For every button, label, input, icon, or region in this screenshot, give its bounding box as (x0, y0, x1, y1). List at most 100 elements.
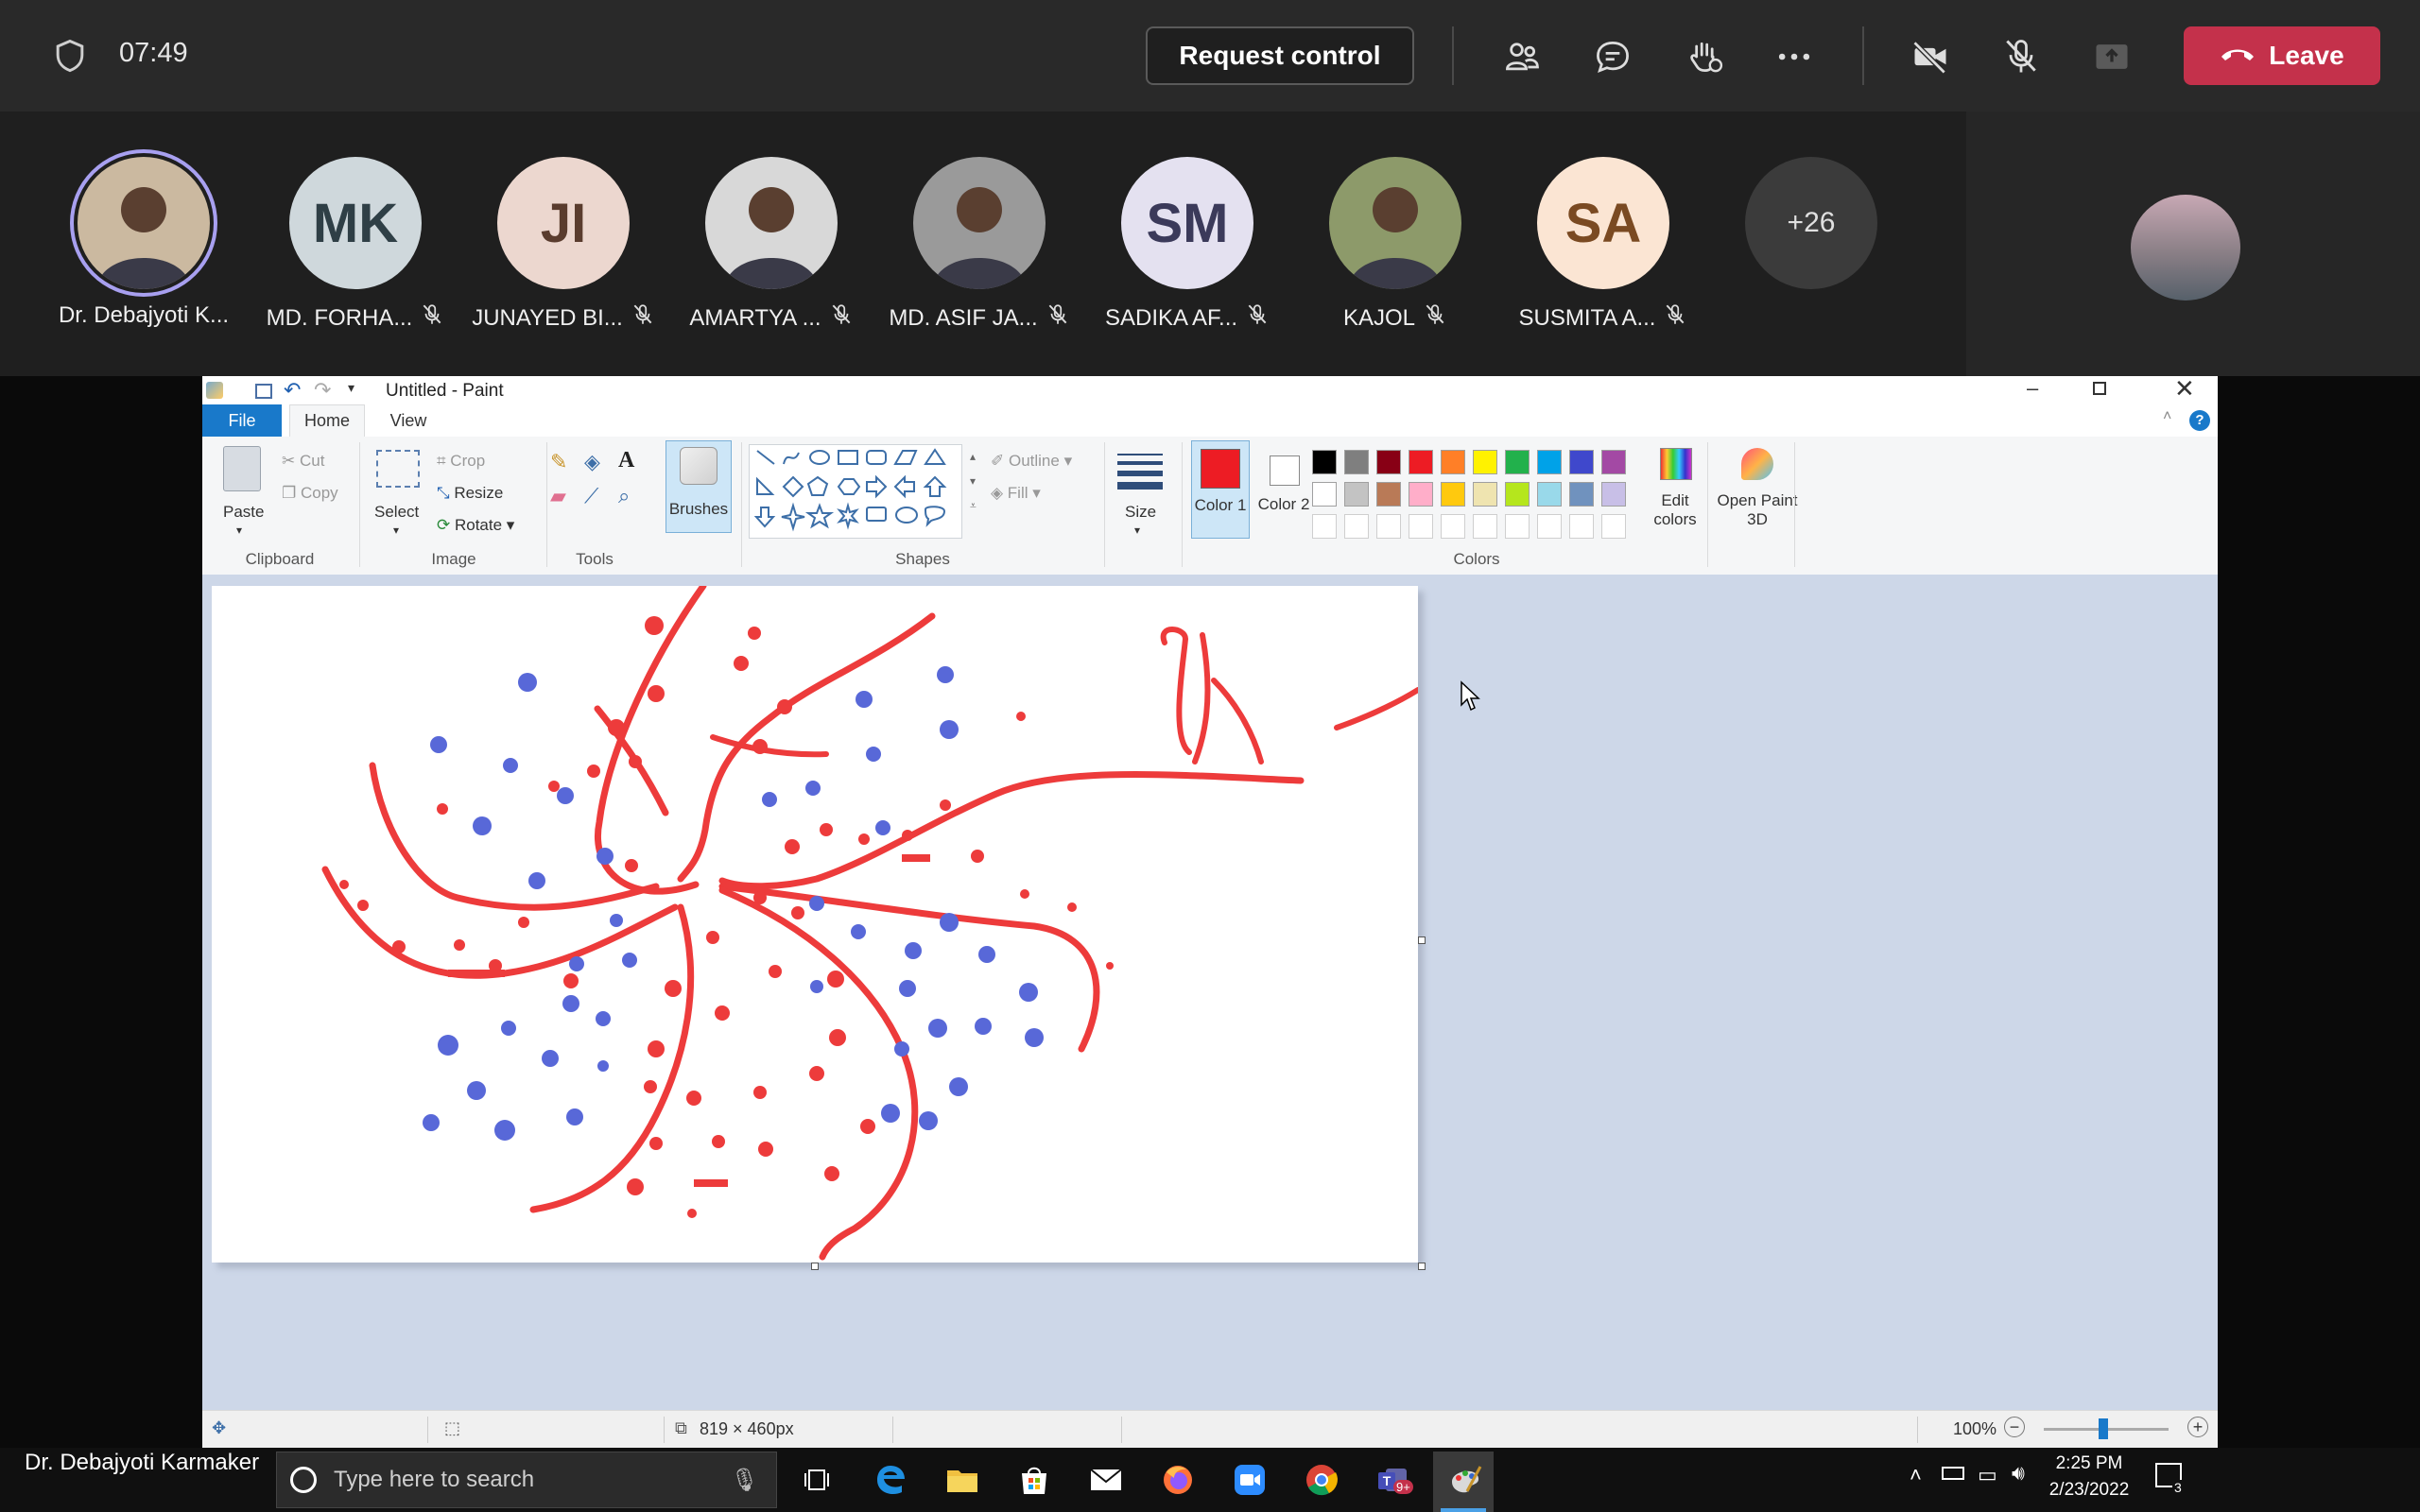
close-icon[interactable]: ✕ (2174, 376, 2195, 404)
select-dropdown-icon[interactable]: ▾ (393, 524, 399, 537)
palette-color-swatch[interactable] (1601, 482, 1626, 507)
participant-tile[interactable]: SA SUSMITA A... (1509, 151, 1698, 350)
eraser-icon[interactable]: ▰ (550, 484, 566, 508)
participant-tile[interactable]: AMARTYA ... (677, 151, 866, 350)
shapes-scroll-icon[interactable]: ▴ ▾ ⩡ (970, 444, 977, 518)
edit-colors-button[interactable]: Edit colors (1647, 444, 1703, 539)
microphone-off-icon[interactable] (1998, 34, 2044, 79)
crop-button[interactable]: ⌗ Crop (437, 452, 485, 471)
network-icon[interactable]: ▭ (1978, 1463, 1997, 1487)
more-options-icon[interactable] (1772, 34, 1817, 79)
tab-home[interactable]: Home (289, 404, 365, 437)
zoom-in-icon[interactable]: + (2187, 1417, 2208, 1437)
teams-icon[interactable]: T 9+ (1373, 1459, 1414, 1501)
palette-color-swatch[interactable] (1473, 482, 1497, 507)
paste-dropdown-icon[interactable]: ▾ (236, 524, 242, 537)
palette-color-swatch[interactable] (1344, 450, 1369, 474)
palette-color-swatch[interactable] (1344, 482, 1369, 507)
task-view-icon[interactable] (796, 1459, 838, 1501)
custom-color-slot[interactable] (1569, 514, 1594, 539)
tab-view[interactable]: View (372, 404, 444, 437)
minimize-icon[interactable]: – (2027, 376, 2038, 401)
custom-color-slot[interactable] (1312, 514, 1337, 539)
raise-hand-icon[interactable] (1681, 34, 1726, 79)
taskbar-search-box[interactable]: Type here to search 🎙︎ (276, 1452, 777, 1508)
palette-color-swatch[interactable] (1409, 450, 1433, 474)
color-picker-icon[interactable]: ⟋ (584, 484, 598, 508)
palette-color-swatch[interactable] (1441, 482, 1465, 507)
custom-color-slot[interactable] (1473, 514, 1497, 539)
palette-color-swatch[interactable] (1537, 482, 1562, 507)
palette-color-swatch[interactable] (1569, 450, 1594, 474)
chat-icon[interactable] (1590, 34, 1635, 79)
text-tool-icon[interactable]: A (618, 448, 634, 473)
palette-color-swatch[interactable] (1505, 450, 1530, 474)
palette-color-swatch[interactable] (1569, 482, 1594, 507)
people-icon[interactable] (1499, 34, 1545, 79)
participant-tile[interactable]: Dr. Debajyoti K... (49, 151, 238, 350)
battery-icon[interactable] (1942, 1467, 1964, 1480)
palette-color-swatch[interactable] (1376, 450, 1401, 474)
participant-tile[interactable]: MD. ASIF JA... (885, 151, 1074, 350)
select-button[interactable]: Select (374, 503, 419, 522)
color1-button[interactable]: Color 1 (1191, 440, 1250, 539)
participant-tile[interactable]: MK MD. FORHA... (261, 151, 450, 350)
participant-tile[interactable]: KAJOL (1301, 151, 1490, 350)
palette-color-swatch[interactable] (1441, 450, 1465, 474)
participant-tile[interactable]: JI JUNAYED BI... (469, 151, 658, 350)
resize-button[interactable]: ⤡ Resize (437, 484, 503, 503)
paint-taskbar-icon[interactable] (1444, 1459, 1486, 1501)
custom-color-slot[interactable] (1376, 514, 1401, 539)
zoom-out-icon[interactable]: − (2004, 1417, 2025, 1437)
fill-bucket-icon[interactable]: ◈ (584, 450, 600, 474)
microphone-icon[interactable]: 🎙︎ (731, 1467, 759, 1494)
palette-color-swatch[interactable] (1601, 450, 1626, 474)
resize-handle-bottom[interactable] (811, 1263, 819, 1270)
share-tray-icon[interactable] (2089, 34, 2135, 79)
custom-color-slot[interactable] (1344, 514, 1369, 539)
taskbar-clock[interactable]: 2:25 PM 2/23/2022 (2042, 1451, 2136, 1503)
palette-color-swatch[interactable] (1505, 482, 1530, 507)
palette-color-swatch[interactable] (1409, 482, 1433, 507)
restore-icon[interactable] (2093, 382, 2106, 395)
drawing-canvas[interactable] (212, 582, 1421, 1263)
zoom-app-icon[interactable] (1229, 1459, 1270, 1501)
palette-color-swatch[interactable] (1312, 482, 1337, 507)
mail-icon[interactable] (1085, 1459, 1127, 1501)
firefox-icon[interactable] (1157, 1459, 1199, 1501)
palette-color-swatch[interactable] (1376, 482, 1401, 507)
palette-color-swatch[interactable] (1473, 450, 1497, 474)
palette-color-swatch[interactable] (1312, 450, 1337, 474)
save-icon[interactable] (255, 384, 272, 399)
custom-color-slot[interactable] (1601, 514, 1626, 539)
custom-color-slot[interactable] (1441, 514, 1465, 539)
edge-icon[interactable] (870, 1459, 911, 1501)
outline-button[interactable]: ✐ Outline ▾ (991, 452, 1072, 471)
brushes-button[interactable]: Brushes (666, 440, 732, 533)
request-control-button[interactable]: Request control (1146, 26, 1414, 85)
zoom-slider-thumb[interactable] (2099, 1418, 2108, 1439)
volume-icon[interactable]: 🔊︎ (2012, 1461, 2025, 1486)
custom-color-slot[interactable] (1409, 514, 1433, 539)
magnifier-icon[interactable]: ⌕ (618, 484, 630, 508)
rotate-button[interactable]: ⟳ Rotate ▾ (437, 516, 514, 535)
tab-file[interactable]: File (202, 404, 282, 437)
color2-button[interactable]: Color 2 (1255, 440, 1314, 539)
size-button[interactable]: Size (1125, 503, 1156, 522)
camera-off-icon[interactable] (1908, 34, 1953, 79)
resize-handle-right[interactable] (1418, 936, 1426, 944)
cut-button[interactable]: ✂ Cut (282, 452, 324, 471)
paste-button[interactable]: Paste (223, 503, 264, 522)
open-paint3d-button[interactable]: Open Paint 3D (1715, 444, 1800, 539)
quick-access-dropdown-icon[interactable]: ▾ (348, 380, 354, 396)
palette-color-swatch[interactable] (1537, 450, 1562, 474)
size-dropdown-icon[interactable]: ▾ (1134, 524, 1140, 537)
store-icon[interactable] (1013, 1459, 1055, 1501)
custom-color-slot[interactable] (1537, 514, 1562, 539)
participant-tile[interactable]: SM SADIKA AF... (1093, 151, 1282, 350)
fill-button[interactable]: ◈ Fill ▾ (991, 484, 1041, 503)
shapes-gallery[interactable] (749, 444, 962, 539)
leave-button[interactable]: Leave (2184, 26, 2380, 85)
resize-handle-corner[interactable] (1418, 1263, 1426, 1270)
undo-icon[interactable]: ↶ (284, 378, 301, 403)
